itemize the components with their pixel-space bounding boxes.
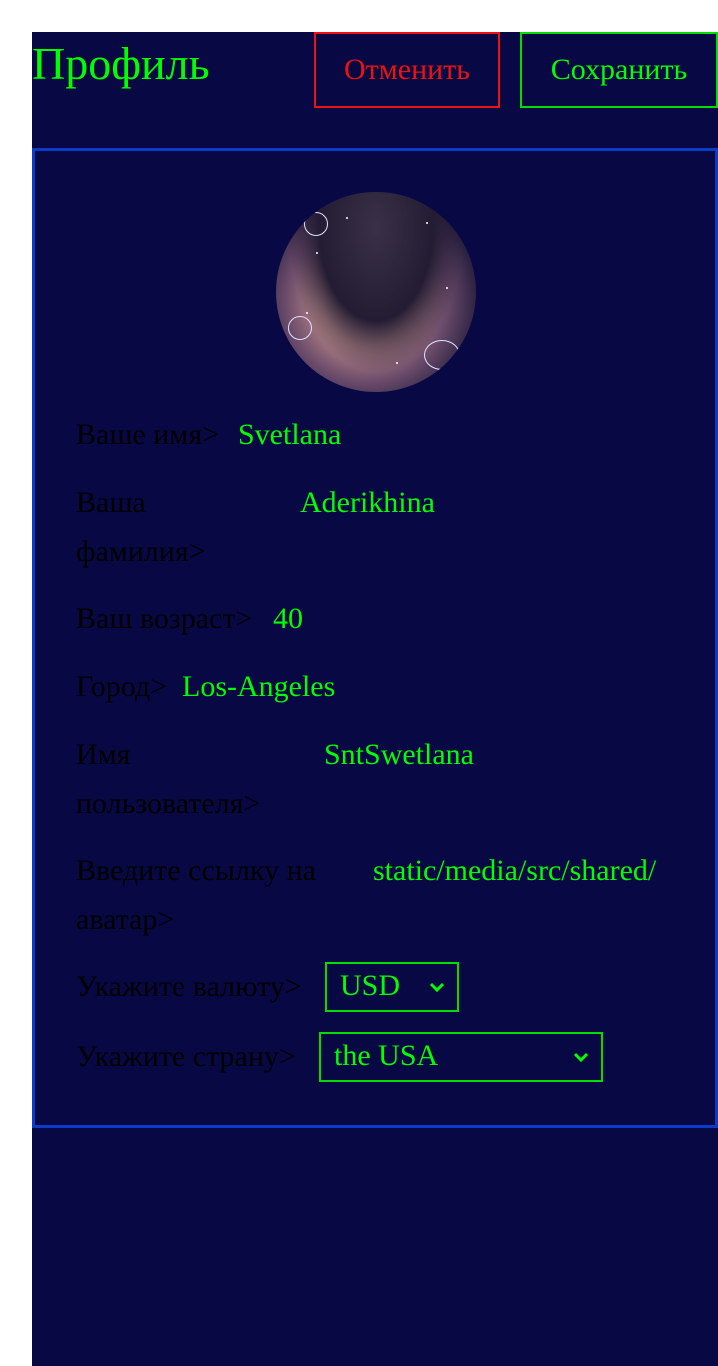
city-label: Город> [76,670,168,703]
field-country: Укажите страну> the USA [76,1032,676,1082]
chevron-down-icon [573,1052,589,1063]
city-input[interactable]: Los-Angeles [182,662,335,711]
age-label: Ваш возраст> [76,602,253,635]
avatar-link-label: Введите ссылку на аватар> [76,854,316,936]
field-first-name: Ваше имя> Svetlana [76,410,676,459]
avatar [276,192,476,392]
cancel-button[interactable]: Отменить [314,32,500,108]
first-name-input[interactable]: Svetlana [238,410,341,459]
save-button[interactable]: Сохранить [520,32,718,108]
country-label: Укажите страну> [76,1040,296,1073]
country-select-value: the USA [334,1039,439,1072]
currency-select-value: USD [340,969,401,1002]
page-title: Профиль [32,38,210,89]
field-age: Ваш возраст> 40 [76,594,676,643]
age-input[interactable]: 40 [273,594,303,643]
profile-card: Ваше имя> Svetlana Ваша фамилия> Aderikh… [32,148,718,1128]
avatar-link-input[interactable]: static/media/src/shared/ [373,846,675,895]
field-city: Город> Los-Angeles [76,662,676,711]
username-input[interactable]: SntSwetlana [324,730,474,779]
last-name-input[interactable]: Aderikhina [300,478,435,527]
field-currency: Укажите валюту> USD [76,962,676,1012]
chevron-down-icon [429,982,445,993]
field-username: Имя пользователя> SntSwetlana [76,730,676,828]
field-avatar-link: Введите ссылку на аватар> static/media/s… [76,846,676,944]
currency-label: Укажите валюту> [76,970,302,1003]
last-name-label: Ваша фамилия> [76,486,206,568]
currency-select[interactable]: USD [325,962,459,1012]
first-name-label: Ваше имя> [76,418,219,451]
profile-page: Профиль Отменить Сохранить Ваше имя> Sve… [32,32,718,1366]
field-last-name: Ваша фамилия> Aderikhina [76,478,676,576]
country-select[interactable]: the USA [319,1032,603,1082]
username-label: Имя пользователя> [76,738,261,820]
